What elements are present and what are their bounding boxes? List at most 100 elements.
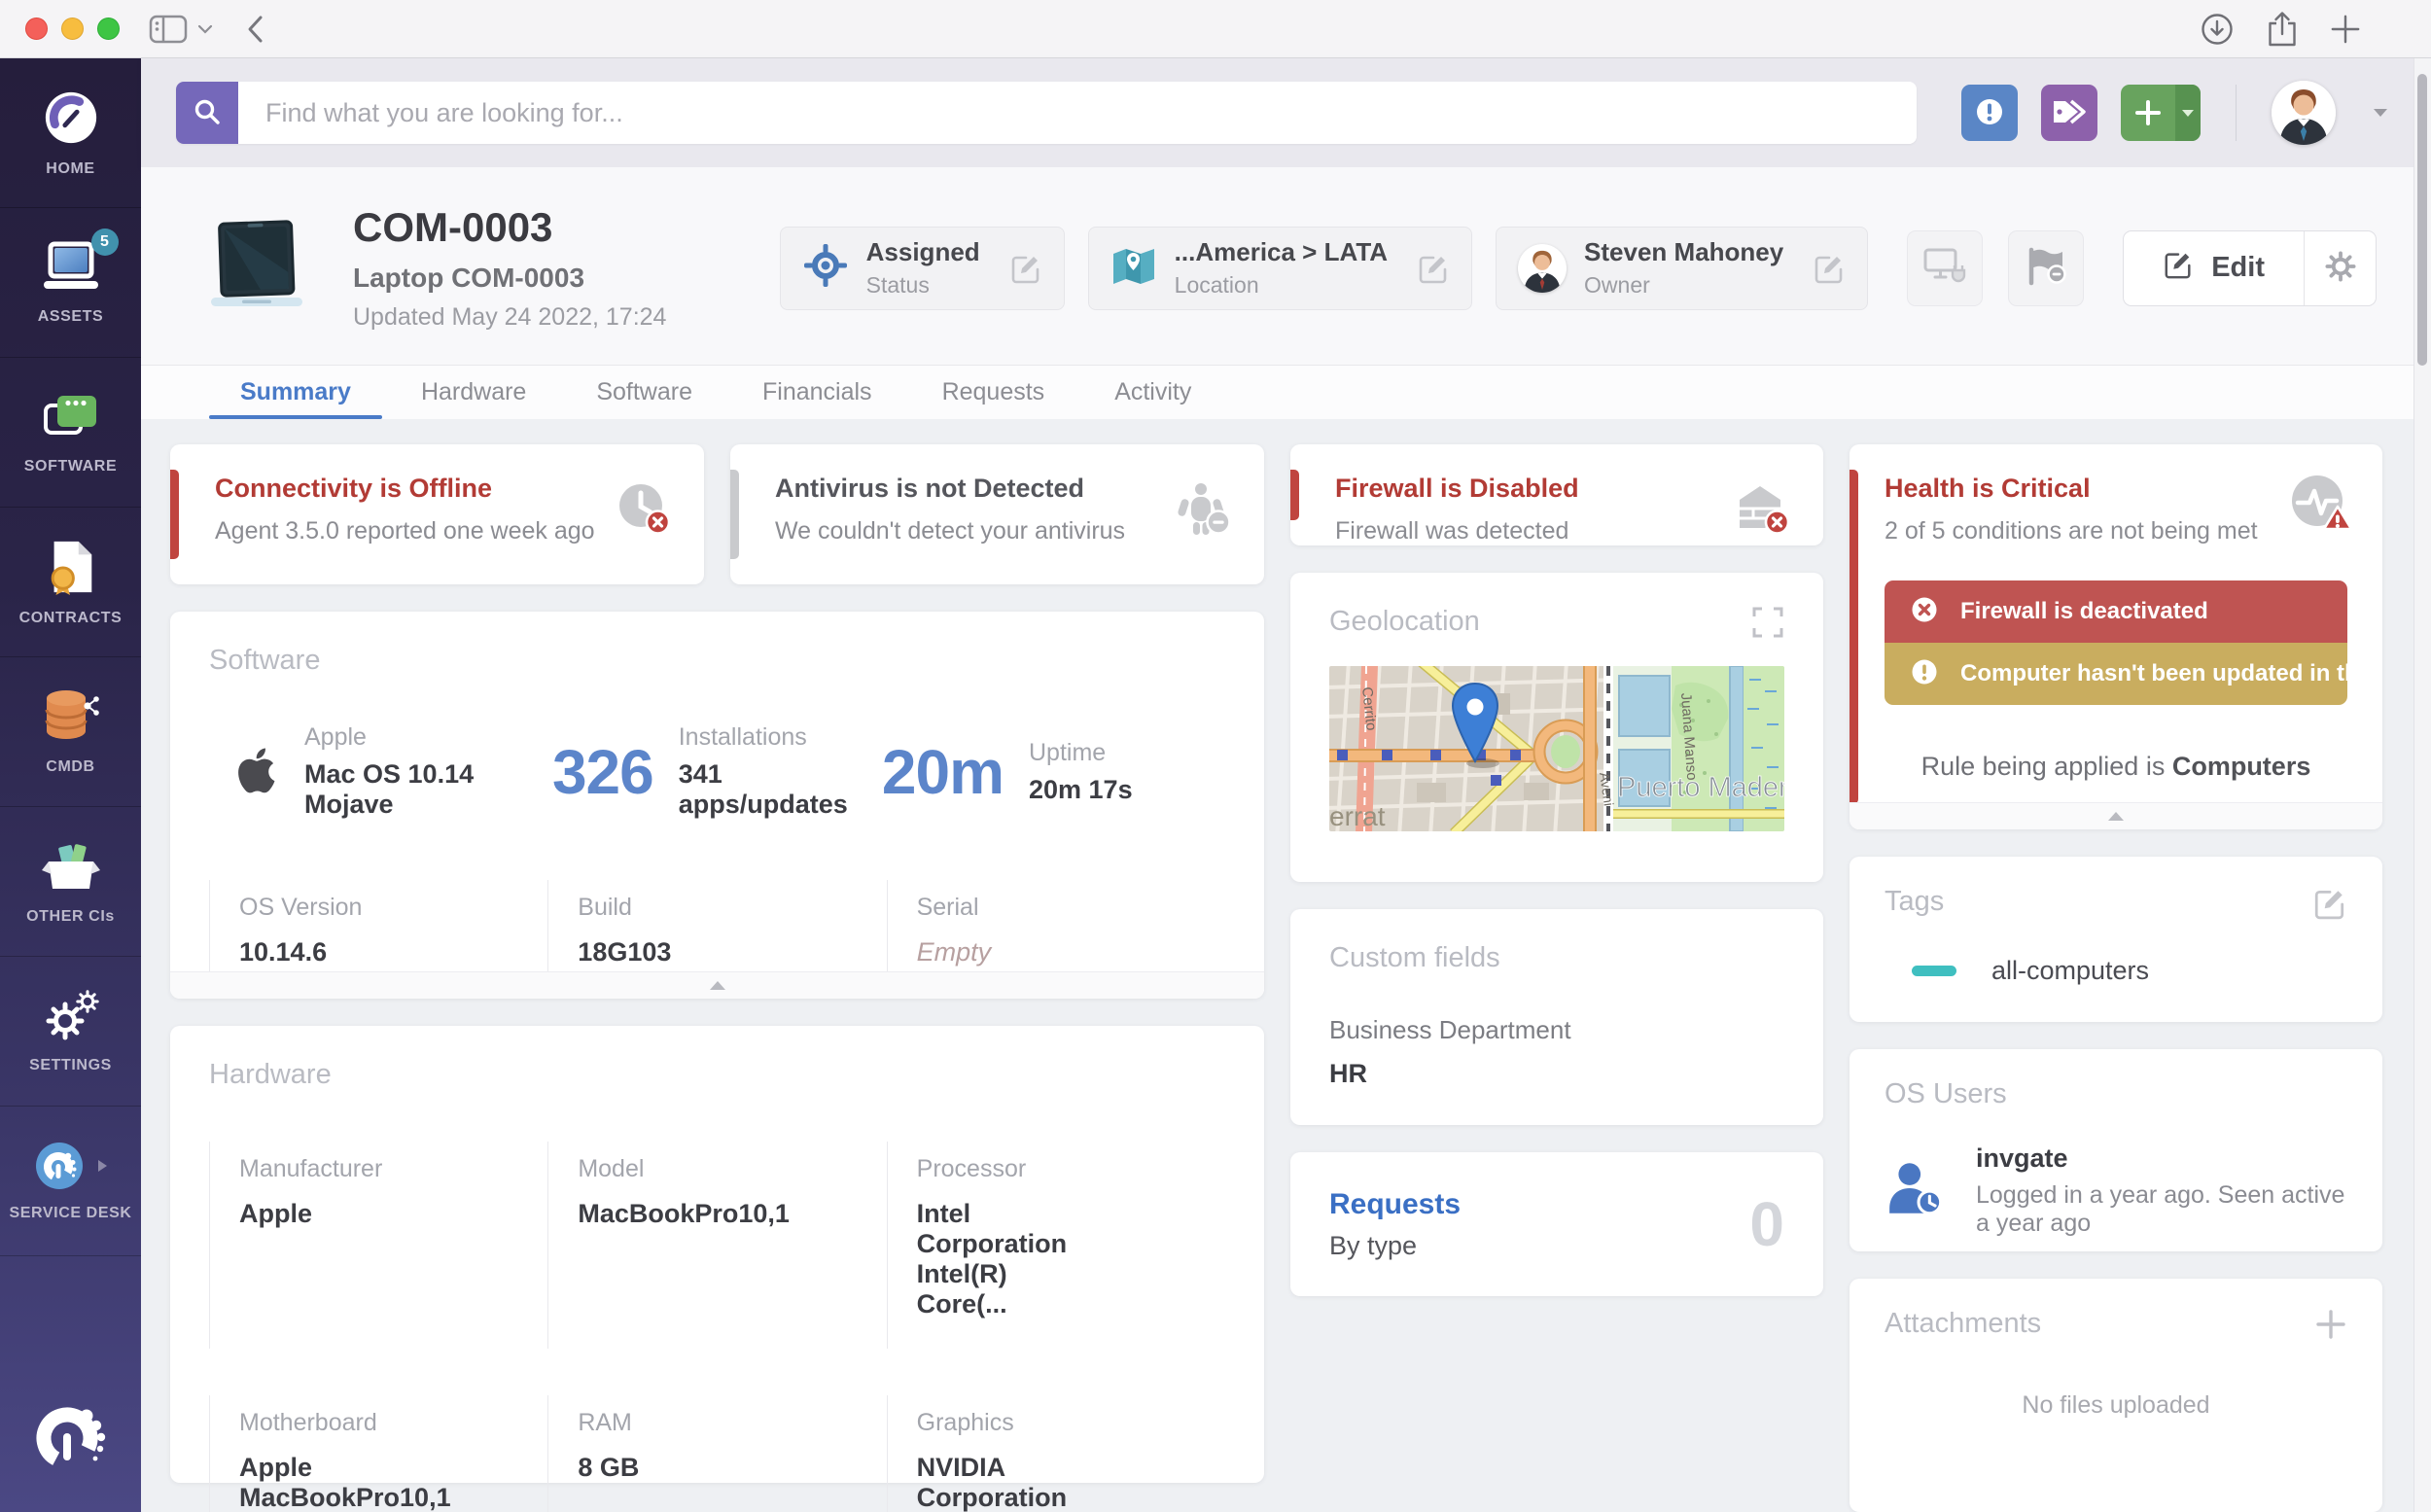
asset-id-title: COM-0003 xyxy=(353,204,553,250)
installations-stat: 326 Installations 341 apps/updates xyxy=(552,723,882,820)
sidebar-toggle-icon[interactable] xyxy=(149,14,188,45)
location-label: Location xyxy=(1174,272,1259,298)
search-icon xyxy=(193,97,222,129)
tab-summary[interactable]: Summary xyxy=(205,366,386,419)
close-window-button[interactable] xyxy=(25,18,48,40)
download-icon[interactable] xyxy=(2200,12,2235,47)
sidebar-item-label: CONTRACTS xyxy=(18,609,123,626)
processor-field: Processor Intel Corporation Intel(R) Cor… xyxy=(886,1142,1067,1349)
scrollbar-track[interactable] xyxy=(2413,58,2431,1512)
health-pulse-icon xyxy=(2285,472,2357,543)
tags-button[interactable] xyxy=(2041,85,2097,141)
flag-asset-button[interactable] xyxy=(2008,229,2085,306)
health-banner-update: Computer hasn't been updated in the last… xyxy=(1885,643,2347,705)
software-collapse-button[interactable] xyxy=(170,971,1264,999)
edit-location-icon[interactable] xyxy=(1417,252,1450,285)
tag-label: all-computers xyxy=(1991,956,2150,985)
apple-logo-icon xyxy=(223,737,279,806)
os-stat: Apple Mac OS 10.14 Mojave xyxy=(223,723,552,820)
tag-item[interactable]: all-computers xyxy=(1885,956,2347,986)
clock-offline-icon xyxy=(613,479,677,545)
service-desk-logo-icon xyxy=(32,1141,110,1191)
firewall-alert-title: Firewall is Disabled xyxy=(1335,474,1579,503)
sidebar-item-contracts[interactable]: CONTRACTS xyxy=(0,508,141,657)
tag-icon xyxy=(2051,96,2088,130)
os-user-row: invgate Logged in a year ago. Seen activ… xyxy=(1885,1143,2347,1238)
sidebar-item-label: SERVICE DESK xyxy=(9,1204,132,1221)
software-summary-card: Software Apple Mac OS 10.14 Mojave 326 I… xyxy=(170,612,1264,999)
sidebar-item-assets[interactable]: 5 ASSETS xyxy=(0,208,141,358)
health-collapse-button[interactable] xyxy=(1850,802,2382,829)
sidebar-item-other-cis[interactable]: OTHER CIs xyxy=(0,807,141,957)
global-search xyxy=(176,82,1917,144)
user-avatar[interactable] xyxy=(2272,81,2336,145)
page-content: COM-0003 Laptop COM-0003 Updated May 24 … xyxy=(141,167,2431,1512)
tab-hardware[interactable]: Hardware xyxy=(386,366,561,419)
sidebar-item-software[interactable]: SOFTWARE xyxy=(0,358,141,508)
location-map-icon xyxy=(1110,244,1157,292)
sidebar-item-service-desk[interactable]: SERVICE DESK xyxy=(0,1107,141,1256)
alerts-button[interactable] xyxy=(1961,85,2018,141)
motherboard-field: Motherboard Apple MacBookPro10,1 xyxy=(209,1395,451,1512)
health-subtitle: 2 of 5 conditions are not being met xyxy=(1885,517,2258,545)
requests-link[interactable]: Requests xyxy=(1329,1188,1461,1221)
search-input[interactable] xyxy=(238,82,1917,144)
add-attachment-icon[interactable] xyxy=(2314,1308,2347,1341)
scrollbar-thumb[interactable] xyxy=(2417,74,2427,366)
sidebar-item-cmdb[interactable]: CMDB xyxy=(0,657,141,807)
main-area: COM-0003 Laptop COM-0003 Updated May 24 … xyxy=(141,58,2431,1512)
asset-name: Laptop COM-0003 xyxy=(353,263,585,293)
flag-minus-icon xyxy=(2025,246,2067,290)
manufacturer-field: Manufacturer Apple xyxy=(209,1142,382,1349)
remote-connection-button[interactable] xyxy=(1907,229,1984,306)
edit-status-icon[interactable] xyxy=(1009,252,1042,285)
asset-settings-button[interactable] xyxy=(2304,230,2376,305)
requests-count: 0 xyxy=(1749,1189,1784,1259)
add-dropdown-caret-icon[interactable] xyxy=(2175,85,2201,141)
geolocation-card-title: Geolocation xyxy=(1329,606,1480,637)
edit-owner-icon[interactable] xyxy=(1813,252,1846,285)
geolocation-card: Geolocation Cerrito errat Puerto Mader J… xyxy=(1290,573,1823,882)
connectivity-alert-title: Connectivity is Offline xyxy=(215,474,493,503)
sidebar-item-label: HOME xyxy=(46,159,95,177)
topbar xyxy=(141,58,2431,167)
tab-financials[interactable]: Financials xyxy=(727,366,907,419)
tab-requests[interactable]: Requests xyxy=(907,366,1080,419)
os-vendor-label: Apple xyxy=(304,723,367,751)
sidebar-item-label: ASSETS xyxy=(37,307,104,325)
expand-map-icon[interactable] xyxy=(1751,606,1784,639)
asset-thumbnail xyxy=(203,217,310,319)
sidebar-item-label: SETTINGS xyxy=(29,1056,112,1073)
zoom-window-button[interactable] xyxy=(97,18,120,40)
chevron-down-icon[interactable] xyxy=(197,24,213,34)
health-banner-firewall: Firewall is deactivated xyxy=(1885,580,2347,643)
owner-avatar xyxy=(1518,243,1568,293)
open-box-icon xyxy=(41,838,101,895)
back-button[interactable] xyxy=(246,15,264,44)
tab-activity[interactable]: Activity xyxy=(1079,366,1226,419)
minimize-window-button[interactable] xyxy=(61,18,84,40)
hardware-card-title: Hardware xyxy=(209,1059,332,1090)
new-tab-plus-icon[interactable] xyxy=(2330,14,2361,45)
sidebar-item-settings[interactable]: SETTINGS xyxy=(0,957,141,1107)
sidebar-item-home[interactable]: HOME xyxy=(0,58,141,208)
tags-card-title: Tags xyxy=(1885,886,1945,917)
status-chip: Assigned Status xyxy=(779,226,1065,310)
health-banners: Firewall is deactivated Computer hasn't … xyxy=(1885,580,2347,705)
location-chip: ...America > LATA Location xyxy=(1087,226,1473,310)
invgate-logo xyxy=(0,1354,141,1512)
user-menu-caret-icon[interactable] xyxy=(2373,108,2388,118)
edit-tags-icon[interactable] xyxy=(2312,886,2347,921)
firewall-alert-card: Firewall is Disabled Firewall was detect… xyxy=(1290,444,1823,545)
user-clock-icon xyxy=(1885,1160,1951,1221)
edit-button[interactable]: Edit xyxy=(2124,231,2304,305)
search-button[interactable] xyxy=(176,82,238,144)
map[interactable]: Cerrito errat Puerto Madero Juana Manso … xyxy=(1329,666,1784,831)
tab-software[interactable]: Software xyxy=(561,366,727,419)
sidebar-item-label: SOFTWARE xyxy=(23,457,118,475)
uptime-detail: 20m 17s xyxy=(1029,774,1133,804)
share-icon[interactable] xyxy=(2266,10,2299,49)
uptime-value: 20m xyxy=(881,736,1004,807)
add-button[interactable] xyxy=(2121,85,2201,141)
sidebar: HOME 5 ASSETS SOFTWARE CONTRACTS CMDB OT… xyxy=(0,58,141,1512)
